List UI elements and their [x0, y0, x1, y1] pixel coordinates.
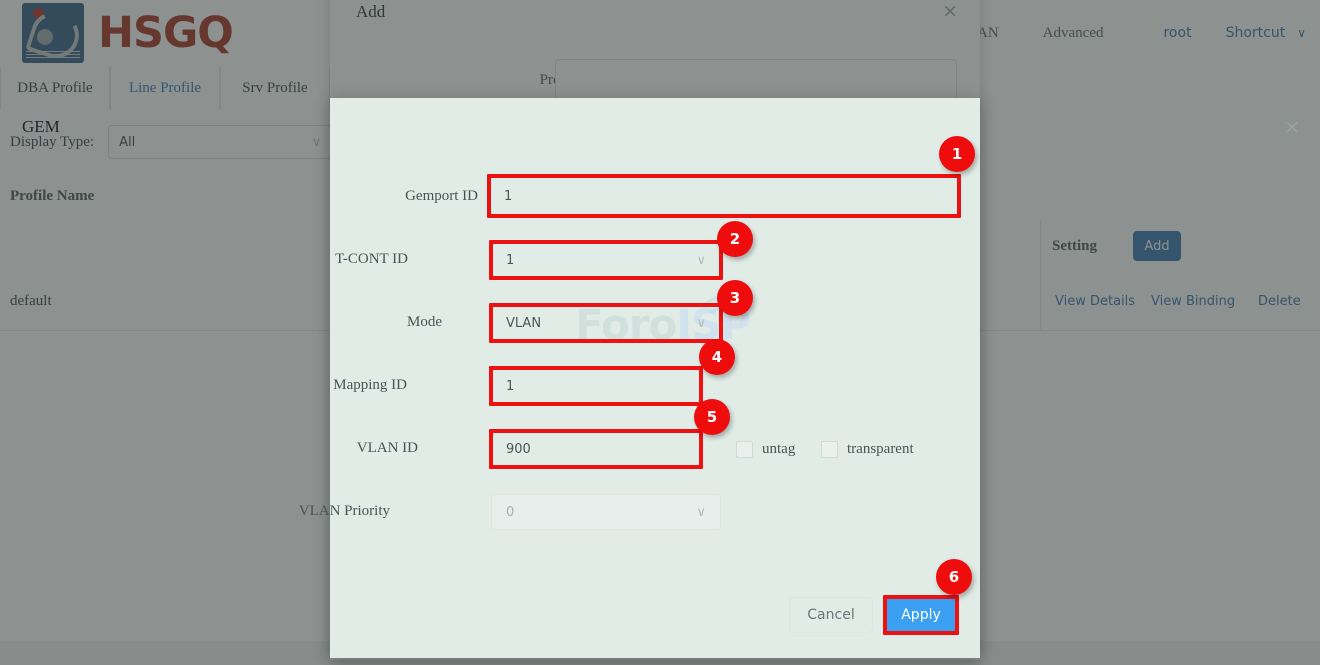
brand-name: HSGQ	[98, 8, 233, 58]
gem-dialog-title: GEM	[22, 117, 60, 137]
close-icon[interactable]: ×	[1284, 116, 1300, 138]
vlan-id-value: 900	[506, 442, 531, 457]
gemport-id-input[interactable]: 1	[489, 176, 959, 216]
add-button[interactable]: Add	[1133, 231, 1181, 261]
vlan-priority-value: 0	[506, 505, 514, 520]
column-header-profile-name: Profile Name	[10, 188, 94, 205]
tcont-id-value: 1	[506, 253, 514, 268]
transparent-checkbox[interactable]: transparent	[821, 441, 914, 458]
mode-value: VLAN	[506, 316, 541, 331]
mode-select[interactable]: VLAN ∨	[491, 305, 721, 341]
add-dialog-title: Add	[356, 2, 385, 22]
vlan-id-label: VLAN ID	[248, 440, 418, 457]
tab-dba-profile[interactable]: DBA Profile	[0, 67, 110, 110]
chevron-down-icon: ∨	[696, 316, 706, 331]
display-type-select[interactable]: All ∨	[108, 125, 332, 159]
cell-profile-name: default	[10, 293, 52, 310]
tab-line-profile[interactable]: Line Profile	[110, 67, 220, 110]
chevron-down-icon[interactable]: ∨	[1297, 26, 1306, 41]
annotation-badge-4: 4	[699, 339, 735, 375]
tcont-id-select[interactable]: 1 ∨	[491, 242, 721, 278]
annotation-badge-1: 1	[939, 136, 975, 172]
mapping-id-value: 1	[506, 379, 514, 394]
transparent-label: transparent	[847, 441, 914, 458]
checkbox-box-icon	[821, 441, 838, 458]
column-header-setting: Setting	[1052, 238, 1097, 255]
annotation-badge-6: 6	[936, 559, 972, 595]
mapping-id-label: Mapping ID	[237, 377, 407, 394]
vlan-priority-select[interactable]: 0 ∨	[491, 494, 721, 530]
annotation-badge-2: 2	[717, 221, 753, 257]
apply-button[interactable]: Apply	[885, 597, 957, 633]
mode-label: Mode	[272, 314, 442, 331]
cancel-button[interactable]: Cancel	[789, 597, 873, 633]
chevron-down-icon: ∨	[696, 505, 706, 520]
hsgq-logo-icon	[22, 3, 84, 63]
chevron-down-icon: ∨	[312, 135, 322, 150]
brand-logo[interactable]: HSGQ	[22, 3, 233, 63]
display-type-value: All	[119, 135, 135, 150]
screen: HSGQ VLAN Advanced root Shortcut ∨ DBA P…	[0, 0, 1320, 665]
mapping-id-input[interactable]: 1	[491, 368, 701, 404]
checkbox-box-icon	[736, 441, 753, 458]
annotation-badge-3: 3	[717, 280, 753, 316]
vlan-priority-label: VLAN Priority	[220, 503, 390, 520]
nav-item-advanced[interactable]: Advanced	[1021, 25, 1126, 42]
untag-label: untag	[762, 441, 795, 458]
action-delete[interactable]: Delete	[1258, 294, 1301, 309]
tab-srv-profile[interactable]: Srv Profile	[220, 67, 330, 110]
nav-item-shortcut[interactable]: Shortcut	[1218, 25, 1294, 41]
close-icon[interactable]: ×	[942, 0, 958, 22]
untag-checkbox[interactable]: untag	[736, 441, 795, 458]
chevron-down-icon: ∨	[696, 253, 706, 268]
header-nav: VLAN Advanced root Shortcut ∨	[935, 25, 1320, 42]
gemport-id-label: Gemport ID	[308, 188, 478, 205]
vlan-id-input[interactable]: 900	[491, 431, 701, 467]
action-view-details[interactable]: View Details	[1055, 294, 1135, 309]
gemport-id-value: 1	[504, 189, 512, 204]
action-view-binding[interactable]: View Binding	[1151, 294, 1235, 309]
tcont-id-label: T-CONT ID	[238, 251, 408, 268]
annotation-badge-5: 5	[694, 399, 730, 435]
nav-item-root[interactable]: root	[1155, 25, 1199, 41]
table-divider	[1040, 220, 1041, 330]
